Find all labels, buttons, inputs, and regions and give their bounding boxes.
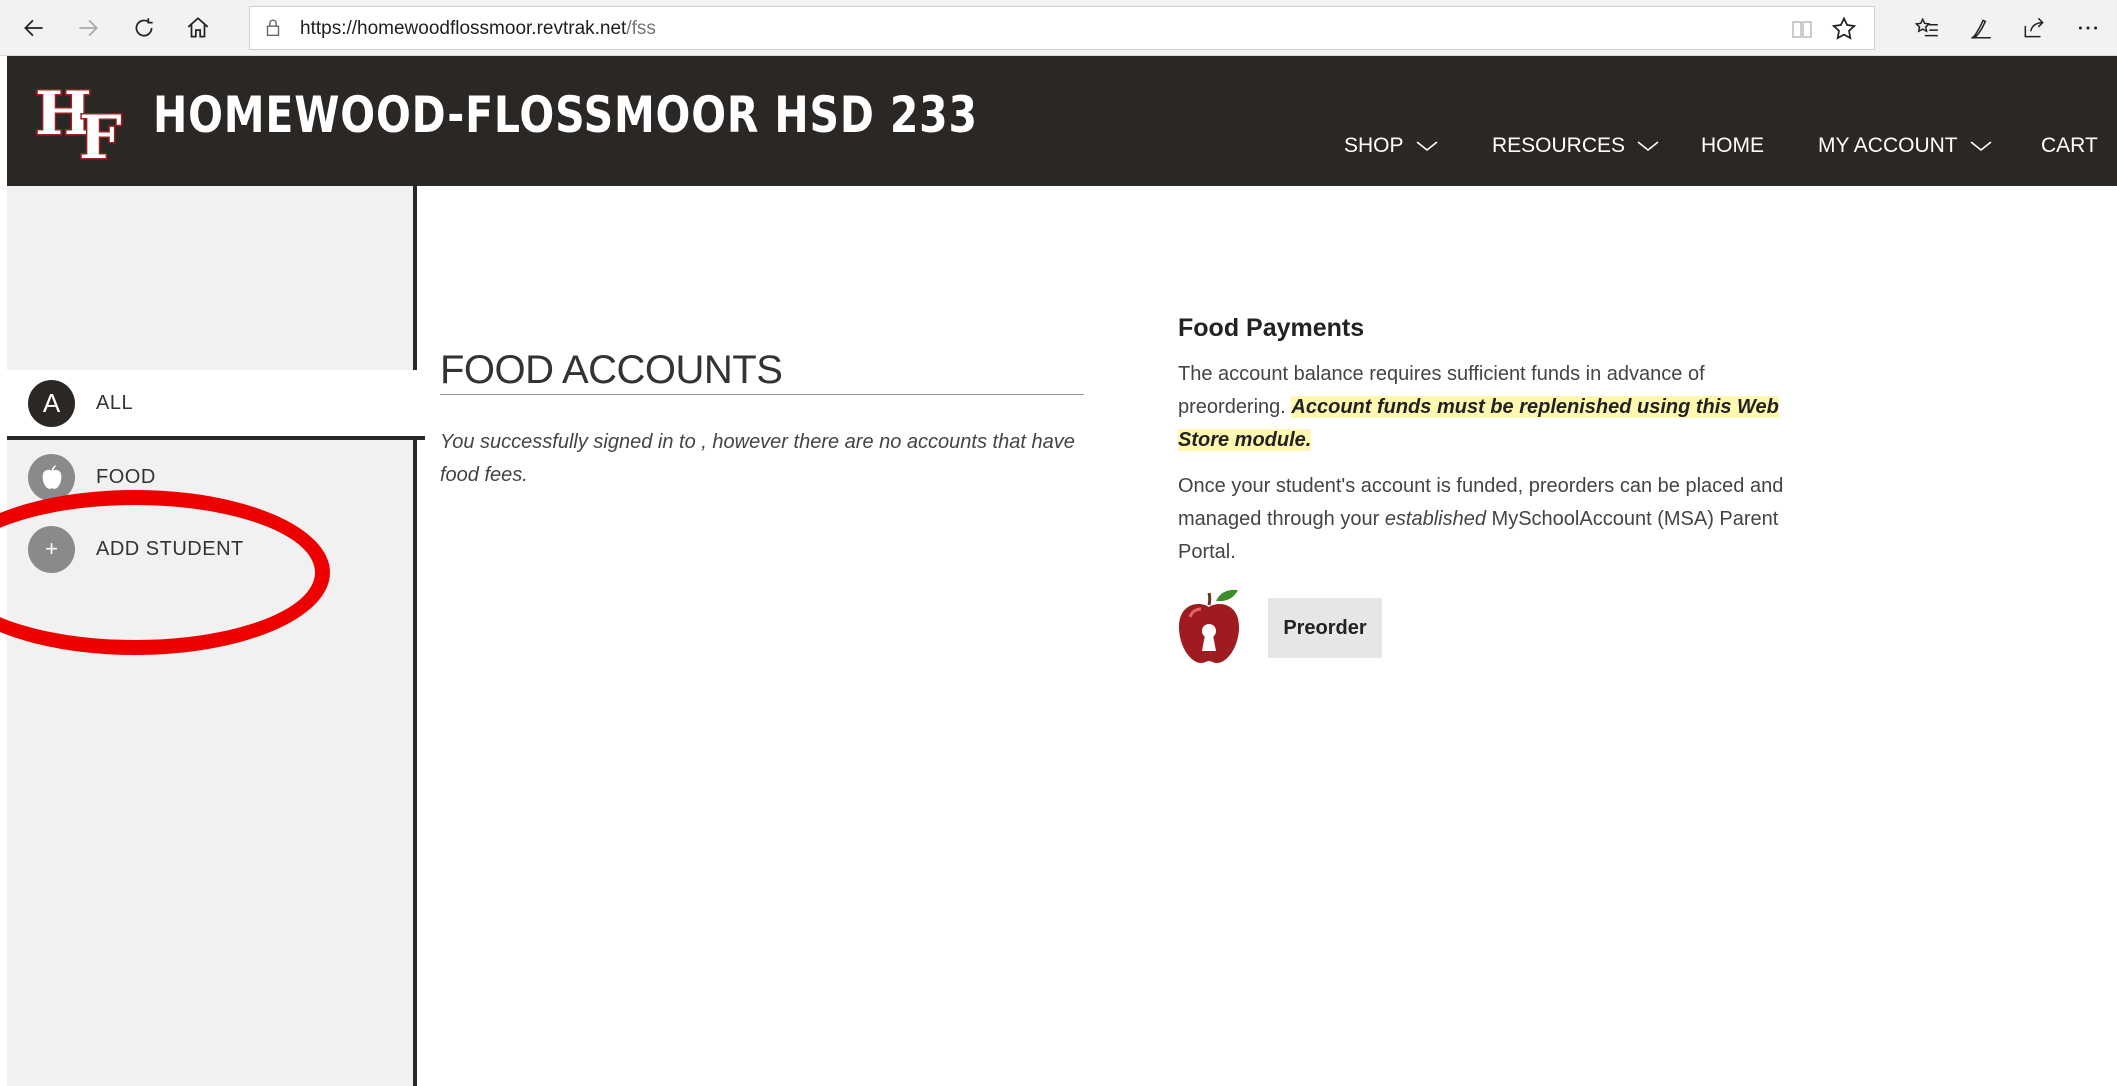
title-divider bbox=[440, 394, 1084, 395]
home-button[interactable] bbox=[176, 6, 220, 50]
preorder-paragraph: Once your student's account is funded, p… bbox=[1178, 470, 1818, 569]
chevron-down-icon bbox=[1637, 141, 1659, 152]
no-accounts-message: You successfully signed in to , however … bbox=[440, 431, 1075, 486]
nav-home[interactable]: HOME bbox=[1701, 134, 1764, 158]
site-title[interactable]: HOMEWOOD-FLOSSMOOR HSD 233 bbox=[153, 86, 978, 144]
sidebar-item-label: ADD STUDENT bbox=[96, 537, 244, 560]
sidebar-item-label: ALL bbox=[96, 391, 134, 414]
chevron-down-icon bbox=[1416, 141, 1438, 152]
favorite-star-icon[interactable] bbox=[1830, 15, 1858, 43]
sidebar: A ALL FOOD + ADD STUDENT bbox=[7, 186, 425, 1086]
nav-cart[interactable]: CART bbox=[2041, 134, 2098, 158]
refresh-icon bbox=[135, 18, 153, 37]
url-text: https://homewoodflossmoor.revtrak.net/fs… bbox=[300, 18, 656, 39]
nav-home-label: HOME bbox=[1701, 134, 1764, 157]
web-note-button[interactable] bbox=[1961, 8, 2001, 48]
pen-icon bbox=[1971, 19, 1991, 39]
sidebar-item-label: FOOD bbox=[96, 465, 156, 488]
home-icon bbox=[187, 17, 209, 38]
refresh-button[interactable] bbox=[122, 6, 166, 50]
sidebar-item-food[interactable]: FOOD bbox=[7, 442, 425, 512]
apple-icon bbox=[28, 453, 75, 501]
sidebar-item-add-student[interactable]: + ADD STUDENT bbox=[7, 514, 425, 584]
hf-logo[interactable]: H F bbox=[33, 78, 145, 162]
chevron-down-icon bbox=[1970, 141, 1992, 152]
sidebar-item-all[interactable]: A ALL bbox=[7, 370, 425, 440]
back-arrow-icon bbox=[24, 19, 43, 37]
more-dots-icon bbox=[2078, 26, 2098, 30]
food-payments-heading: Food Payments bbox=[1178, 314, 1365, 342]
favorites-list-icon bbox=[1914, 17, 1938, 37]
back-button[interactable] bbox=[12, 6, 56, 50]
preorder-text-italic: established bbox=[1384, 508, 1486, 530]
nav-cart-label: CART bbox=[2041, 134, 2098, 157]
page-title: FOOD ACCOUNTS bbox=[440, 348, 783, 392]
nav-my-account[interactable]: MY ACCOUNT bbox=[1818, 134, 1992, 158]
site-header: H F HOMEWOOD-FLOSSMOOR HSD 233 SHOP RESO… bbox=[7, 56, 2117, 186]
nav-shop-label: SHOP bbox=[1344, 134, 1404, 157]
plus-glyph: + bbox=[45, 536, 58, 561]
red-apple-lock-icon bbox=[1179, 589, 1239, 663]
letter-badge-icon: A bbox=[28, 379, 75, 427]
nav-resources[interactable]: RESOURCES bbox=[1492, 134, 1659, 158]
more-button[interactable] bbox=[2068, 8, 2108, 48]
badge-letter: A bbox=[42, 387, 61, 418]
address-bar[interactable]: https://homewoodflossmoor.revtrak.net/fs… bbox=[249, 6, 1875, 50]
forward-arrow-icon bbox=[79, 19, 98, 37]
forward-button[interactable] bbox=[66, 6, 110, 50]
preorder-button[interactable]: Preorder bbox=[1268, 598, 1382, 658]
nav-my-account-label: MY ACCOUNT bbox=[1818, 134, 1958, 157]
nav-resources-label: RESOURCES bbox=[1492, 134, 1626, 157]
share-icon bbox=[2024, 17, 2044, 38]
reading-view-icon[interactable] bbox=[1790, 17, 1814, 41]
lock-icon bbox=[266, 19, 280, 37]
share-button[interactable] bbox=[2014, 8, 2054, 48]
nav-shop[interactable]: SHOP bbox=[1344, 134, 1438, 158]
balance-paragraph: The account balance requires sufficient … bbox=[1178, 358, 1818, 457]
svg-text:F: F bbox=[79, 103, 122, 162]
browser-toolbar: https://homewoodflossmoor.revtrak.net/fs… bbox=[0, 0, 2117, 56]
favorites-hub-button[interactable] bbox=[1907, 8, 1947, 48]
plus-icon: + bbox=[28, 525, 75, 573]
